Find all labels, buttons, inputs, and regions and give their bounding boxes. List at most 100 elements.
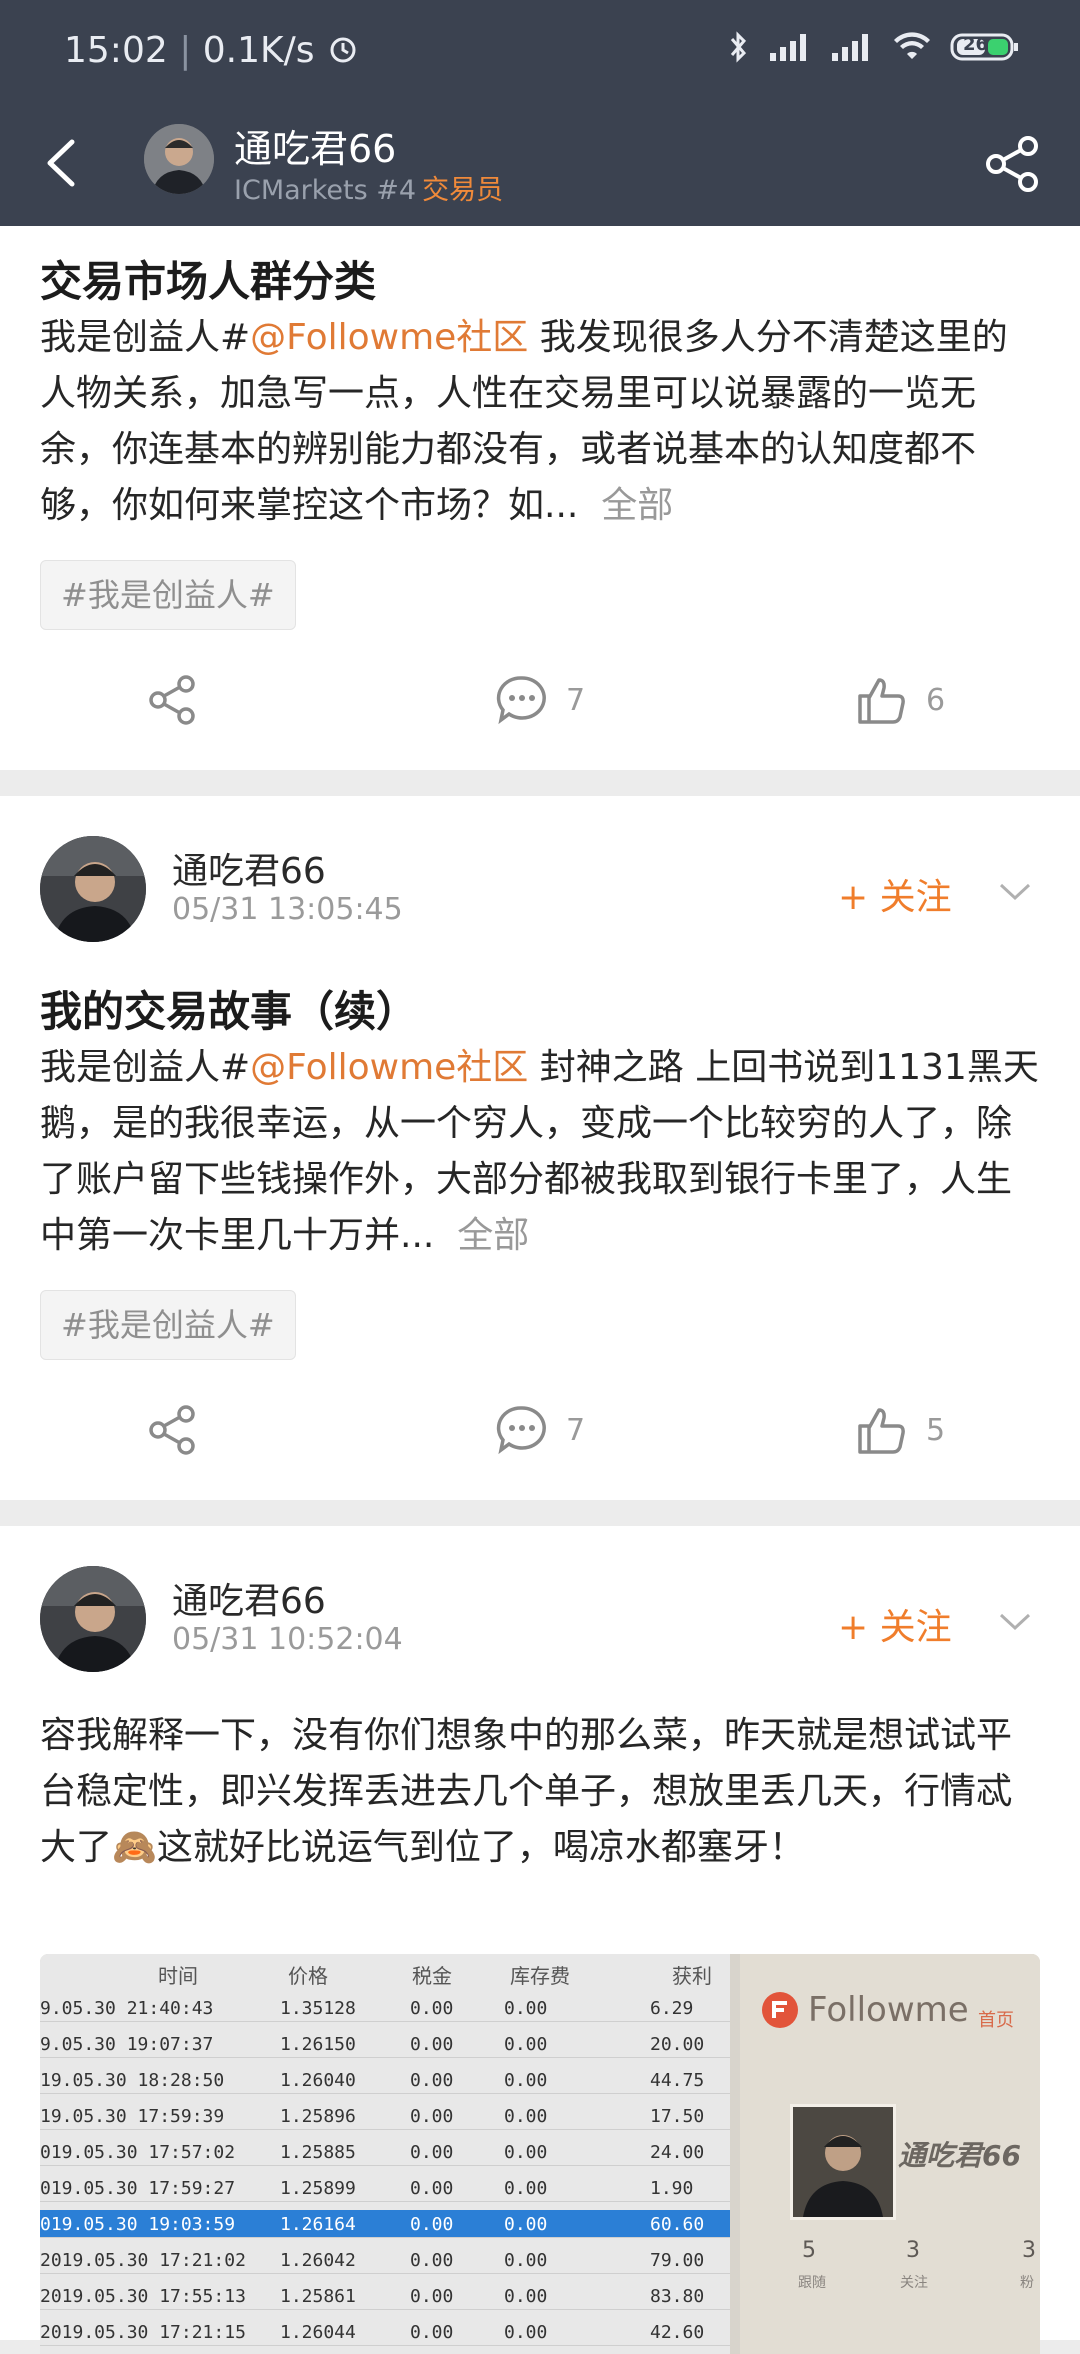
- trade-history-table: 时间 价格 税金 库存费 获利 9.05.30 21:40:43 1.35128 0…: [40, 1954, 730, 2354]
- table-cell: 17.50: [650, 2106, 705, 2127]
- table-cell: 1.25861: [280, 2286, 356, 2307]
- table-row: 19.05.30 17:59:39 1.25896 0.00 0.00 17.50: [40, 2102, 730, 2130]
- table-cell: 1.25885: [280, 2142, 356, 2163]
- post-actions: 7 5: [0, 1404, 1080, 1484]
- post-card-2: 通吃君66 05/31 13:05:45 + 关注 我的交易故事（续） 我是创益…: [0, 796, 1080, 1500]
- table-cell: 1.26042: [280, 2250, 356, 2271]
- table-cell: 9.05.30 21:40:43: [40, 1998, 214, 2019]
- table-cell: 0.00: [410, 2070, 454, 2091]
- header-subtitle: ICMarkets #4 交易员: [234, 168, 503, 207]
- table-cell: 0.00: [410, 1998, 454, 2019]
- header-username[interactable]: 通吃君66: [234, 118, 396, 173]
- followme-logo: Followme: [760, 1990, 969, 2030]
- avatar[interactable]: [40, 836, 146, 942]
- table-cell: 0.00: [410, 2106, 454, 2127]
- table-cell: 0.00: [410, 2142, 454, 2163]
- header-share-button[interactable]: [984, 136, 1042, 196]
- header-avatar[interactable]: [144, 124, 214, 194]
- table-cell: 1.26150: [280, 2034, 356, 2055]
- table-cell: 60.60: [650, 2214, 705, 2235]
- like-button[interactable]: 6: [856, 674, 945, 726]
- signal-icon: [768, 31, 812, 63]
- stat-label: 关注: [900, 2275, 928, 2291]
- home-label: 首页: [978, 2010, 1014, 2031]
- share-icon: [986, 136, 1038, 192]
- stat-label: 跟随: [798, 2275, 826, 2291]
- like-button[interactable]: 5: [856, 1404, 945, 1456]
- table-row: 19.05.30 18:28:50 1.26040 0.00 0.00 44.75: [40, 2066, 730, 2094]
- share-icon: [149, 675, 195, 725]
- author-name[interactable]: 通吃君66: [172, 1572, 326, 1624]
- app-header: 通吃君66 ICMarkets #4 交易员: [0, 100, 1080, 226]
- back-button[interactable]: [40, 138, 84, 188]
- table-cell: 0.00: [504, 2214, 548, 2235]
- battery-icon: 26: [950, 31, 1020, 63]
- post-body[interactable]: 容我解释一下，没有你们想象中的那么菜，昨天就是想试试平台稳定性，即兴发挥丢进去几…: [40, 1708, 1040, 1876]
- broker-rank: ICMarkets #4: [234, 175, 417, 206]
- mention-link[interactable]: @Followme社区: [250, 317, 528, 358]
- share-button[interactable]: [146, 674, 200, 726]
- table-cell: 1.25899: [280, 2178, 356, 2199]
- body-text: 我是创益人#: [40, 317, 251, 358]
- more-options-button[interactable]: [998, 882, 1032, 906]
- share-icon: [149, 1405, 195, 1455]
- status-icons: 26: [728, 30, 1020, 64]
- table-cell: 0.00: [504, 2178, 548, 2199]
- author-name[interactable]: 通吃君66: [172, 842, 326, 894]
- table-cell: 1.26040: [280, 2070, 356, 2091]
- read-more-link[interactable]: 全部: [457, 1215, 529, 1256]
- col-header: 库存费: [510, 1964, 570, 1988]
- table-cell: 79.00: [650, 2250, 705, 2271]
- col-header: 价格: [288, 1964, 328, 1988]
- brand-name: Followme: [808, 1990, 969, 2030]
- post-time: 05/31 13:05:45: [172, 892, 403, 927]
- topic-tag[interactable]: #我是创益人#: [40, 1290, 296, 1360]
- table-cell: 0.00: [504, 2250, 548, 2271]
- table-cell: 0.00: [410, 2178, 454, 2199]
- table-cell: 019.05.30 19:03:59: [40, 2214, 236, 2235]
- signal-icon-2: [830, 31, 874, 63]
- post-title[interactable]: 交易市场人群分类: [40, 248, 376, 309]
- comment-count: 7: [566, 1412, 586, 1448]
- table-cell: 0.00: [410, 2034, 454, 2055]
- table-cell: 44.75: [650, 2070, 705, 2091]
- comment-button[interactable]: 7: [496, 1404, 585, 1456]
- post-body[interactable]: 我是创益人#@Followme社区 我发现很多人分不清楚这里的人物关系，加急写一…: [40, 310, 1040, 534]
- post-actions: 7 6: [0, 674, 1080, 754]
- comment-count: 7: [566, 682, 586, 718]
- table-row: 2019.05.30 17:21:02 1.26042 0.00 0.00 79.00: [40, 2246, 730, 2274]
- table-cell: 0.00: [504, 2106, 548, 2127]
- table-cell: 0.00: [410, 2214, 454, 2235]
- mention-link[interactable]: @Followme社区: [250, 1047, 528, 1088]
- table-cell: 0.00: [504, 2070, 548, 2091]
- table-cell: 1.35128: [280, 1998, 356, 2019]
- table-row: 9.05.30 21:40:43 1.35128 0.00 0.00 6.29: [40, 1994, 730, 2022]
- back-arrow-icon: [47, 139, 75, 187]
- table-cell: 1.90: [650, 2178, 694, 2199]
- wifi-icon: [892, 31, 932, 63]
- table-cell: 20.00: [650, 2034, 705, 2055]
- share-button[interactable]: [146, 1404, 200, 1456]
- bluetooth-icon: [728, 30, 750, 64]
- post-body[interactable]: 我是创益人#@Followme社区 封神之路 上回书说到1131黑天鹅，是的我很…: [40, 1040, 1040, 1264]
- table-cell: 24.00: [650, 2142, 705, 2163]
- follow-button[interactable]: + 关注: [838, 868, 952, 920]
- thumbs-up-icon: [858, 1408, 905, 1454]
- table-cell: 2019.05.30 17:21:02: [40, 2250, 246, 2271]
- avatar[interactable]: [40, 1566, 146, 1672]
- like-count: 6: [926, 682, 946, 718]
- profile-photo: [790, 2104, 896, 2220]
- comment-button[interactable]: 7: [496, 674, 585, 726]
- post-image[interactable]: 时间 价格 税金 库存费 获利 9.05.30 21:40:43 1.35128 0…: [40, 1954, 1040, 2354]
- stat-label: 粉: [1020, 2275, 1034, 2291]
- status-time: 15:02 | 0.1K/s: [64, 30, 360, 74]
- more-options-button[interactable]: [998, 1612, 1032, 1636]
- topic-tag[interactable]: #我是创益人#: [40, 560, 296, 630]
- table-cell: 6.29: [650, 1998, 694, 2019]
- table-cell: 0.00: [504, 2286, 548, 2307]
- read-more-link[interactable]: 全部: [601, 485, 673, 526]
- follow-button[interactable]: + 关注: [838, 1598, 952, 1650]
- post-card-1: 交易市场人群分类 我是创益人#@Followme社区 我发现很多人分不清楚这里的…: [0, 226, 1080, 770]
- col-header: 获利: [672, 1964, 712, 1988]
- post-title[interactable]: 我的交易故事（续）: [40, 978, 418, 1039]
